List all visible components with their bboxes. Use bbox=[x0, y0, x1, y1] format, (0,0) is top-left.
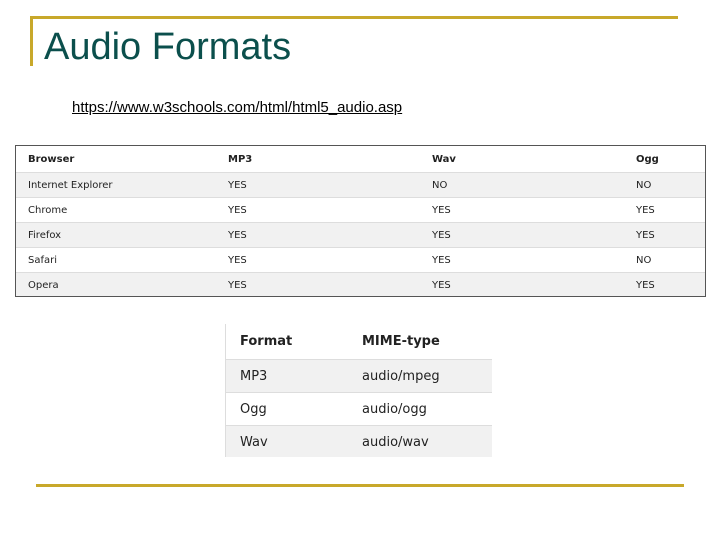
cell-format: Wav bbox=[226, 425, 348, 457]
column-header-browser: Browser bbox=[16, 146, 216, 173]
mime-type-table: Format MIME-type MP3 audio/mpeg Ogg audi… bbox=[226, 324, 492, 457]
cell-wav: NO bbox=[420, 172, 624, 198]
cell-format: MP3 bbox=[226, 359, 348, 393]
browser-support-table: Browser MP3 Wav Ogg Internet Explorer YE… bbox=[16, 146, 705, 296]
cell-wav: YES bbox=[420, 272, 624, 296]
mime-type-table-screenshot: Format MIME-type MP3 audio/mpeg Ogg audi… bbox=[225, 324, 492, 457]
cell-ogg: NO bbox=[624, 247, 705, 273]
cell-mp3: YES bbox=[216, 197, 420, 223]
cell-mp3: YES bbox=[216, 247, 420, 273]
slide-title: Audio Formats bbox=[44, 26, 292, 68]
cell-wav: YES bbox=[420, 247, 624, 273]
column-header-ogg: Ogg bbox=[624, 146, 705, 173]
cell-browser: Firefox bbox=[16, 222, 216, 248]
table-row: Firefox YES YES YES bbox=[16, 222, 705, 248]
cell-wav: YES bbox=[420, 197, 624, 223]
browser-support-table-screenshot: Browser MP3 Wav Ogg Internet Explorer YE… bbox=[15, 145, 706, 297]
top-rule bbox=[33, 16, 678, 19]
cell-mime-type: audio/wav bbox=[348, 425, 492, 457]
cell-mp3: YES bbox=[216, 272, 420, 296]
cell-ogg: YES bbox=[624, 222, 705, 248]
bottom-rule bbox=[36, 484, 684, 487]
column-header-mime-type: MIME-type bbox=[348, 324, 492, 360]
table-row: Internet Explorer YES NO NO bbox=[16, 172, 705, 198]
table-row: Chrome YES YES YES bbox=[16, 197, 705, 223]
cell-browser: Chrome bbox=[16, 197, 216, 223]
table-row: Safari YES YES NO bbox=[16, 247, 705, 273]
cell-wav: YES bbox=[420, 222, 624, 248]
column-header-format: Format bbox=[226, 324, 348, 360]
cell-mime-type: audio/ogg bbox=[348, 392, 492, 426]
left-rule bbox=[30, 16, 33, 66]
cell-browser: Safari bbox=[16, 247, 216, 273]
cell-ogg: YES bbox=[624, 197, 705, 223]
column-header-mp3: MP3 bbox=[216, 146, 420, 173]
cell-mp3: YES bbox=[216, 222, 420, 248]
cell-ogg: NO bbox=[624, 172, 705, 198]
column-header-wav: Wav bbox=[420, 146, 624, 173]
table-header-row: Browser MP3 Wav Ogg bbox=[16, 146, 705, 173]
table-row: Ogg audio/ogg bbox=[226, 392, 492, 426]
source-link[interactable]: https://www.w3schools.com/html/html5_aud… bbox=[72, 99, 402, 116]
cell-mime-type: audio/mpeg bbox=[348, 359, 492, 393]
table-row: Opera YES YES YES bbox=[16, 272, 705, 296]
cell-browser: Internet Explorer bbox=[16, 172, 216, 198]
cell-format: Ogg bbox=[226, 392, 348, 426]
cell-ogg: YES bbox=[624, 272, 705, 296]
table-row: Wav audio/wav bbox=[226, 425, 492, 457]
table-row: MP3 audio/mpeg bbox=[226, 359, 492, 393]
cell-browser: Opera bbox=[16, 272, 216, 296]
table-header-row: Format MIME-type bbox=[226, 324, 492, 360]
cell-mp3: YES bbox=[216, 172, 420, 198]
